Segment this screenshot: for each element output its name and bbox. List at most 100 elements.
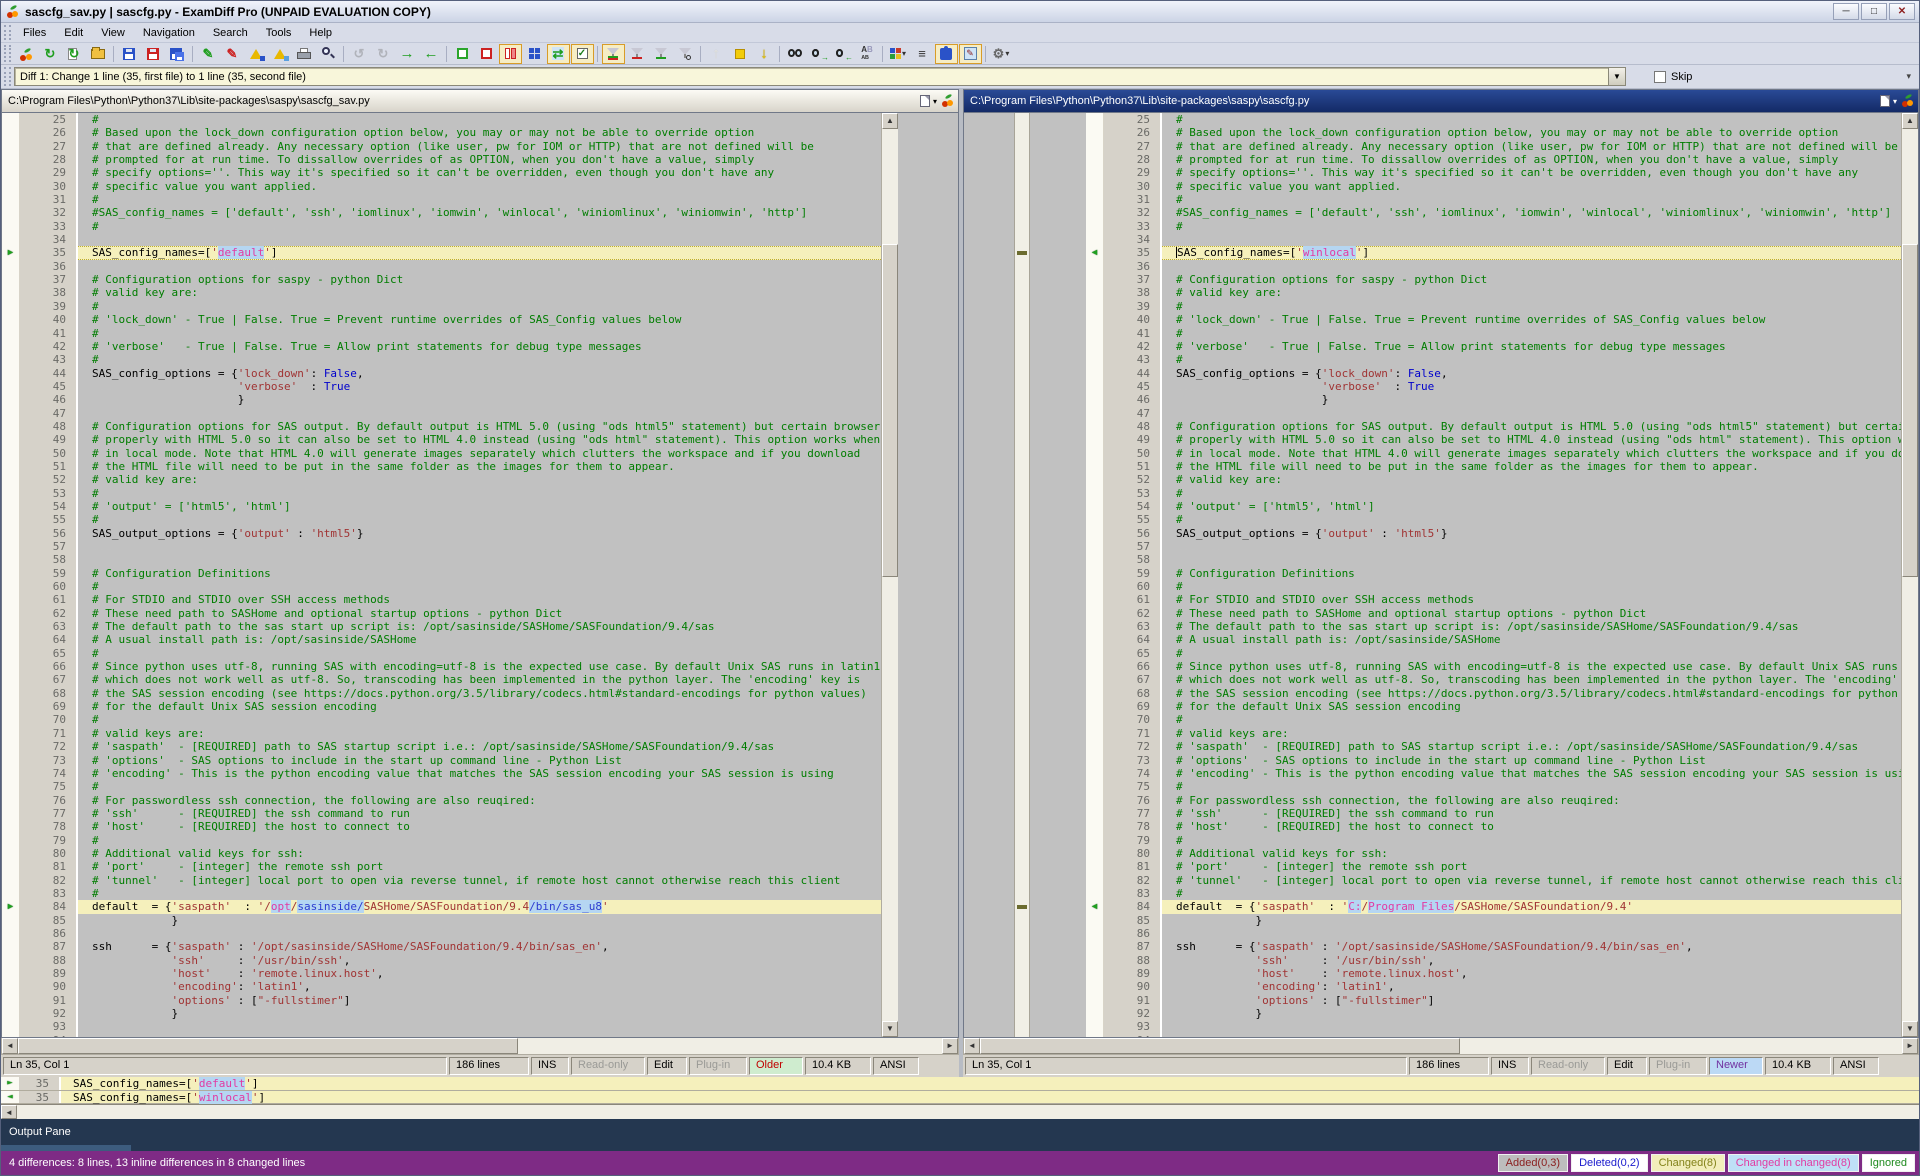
code-line-64[interactable]: # A usual install path is: /opt/sasinsid…	[78, 633, 881, 646]
code-line-30[interactable]: # specific value you want applied.	[78, 180, 881, 193]
scroll-thumb[interactable]	[882, 244, 898, 577]
code-line-35[interactable]: SAS_config_names=['default']	[78, 246, 881, 259]
code-line-60[interactable]: #	[78, 580, 881, 593]
code-line-33[interactable]: #	[78, 220, 881, 233]
code-line-48[interactable]: # Configuration options for SAS output. …	[78, 420, 881, 433]
code-line-64[interactable]: # A usual install path is: /opt/sasinsid…	[1162, 633, 1901, 646]
menu-item-view[interactable]: View	[92, 25, 134, 41]
print-button[interactable]	[293, 44, 316, 64]
options-button[interactable]: ⚙▾	[990, 44, 1013, 64]
split-view-button[interactable]	[499, 44, 522, 64]
find-next-button[interactable]: →	[808, 44, 831, 64]
code-line-78[interactable]: # 'host' - [REQUIRED] the host to connec…	[1162, 820, 1901, 833]
show-deleted-button[interactable]	[626, 44, 649, 64]
next-diff-button[interactable]: ↓	[753, 44, 776, 64]
code-line-91[interactable]: 'options' : ["-fullstimer"]	[1162, 994, 1901, 1007]
code-line-76[interactable]: # For passwordless ssh connection, the f…	[78, 794, 881, 807]
code-line-28[interactable]: # prompted for at run time. To dissallow…	[1162, 153, 1901, 166]
file-menu-dropdown-icon[interactable]: ▾	[933, 97, 937, 106]
code-line-81[interactable]: # 'port' - [integer] the remote ssh port	[78, 860, 881, 873]
detail-hscrollbar[interactable]: ◄	[1, 1104, 1919, 1119]
code-line-29[interactable]: # specify options=''. This way it's spec…	[78, 166, 881, 179]
code-line-46[interactable]: }	[1162, 393, 1901, 406]
code-line-53[interactable]: #	[1162, 487, 1901, 500]
replace-button[interactable]: ABᴬᴮ	[856, 44, 879, 64]
scroll-right-icon[interactable]: ►	[942, 1038, 958, 1054]
menu-grip[interactable]	[4, 25, 11, 40]
code-line-79[interactable]: #	[1162, 834, 1901, 847]
code-line-86[interactable]	[78, 927, 881, 940]
compare-icon[interactable]	[940, 94, 954, 108]
status-ins[interactable]: INS	[531, 1057, 569, 1075]
code-line-74[interactable]: # 'encoding' - This is the python encodi…	[1162, 767, 1901, 780]
code-line-54[interactable]: # 'output' = ['html5', 'html']	[1162, 500, 1901, 513]
show-added-button[interactable]	[650, 44, 673, 64]
code-line-44[interactable]: SAS_config_options = {'lock_down': False…	[1162, 367, 1901, 380]
scroll-down-icon[interactable]: ▼	[882, 1021, 898, 1037]
code-line-69[interactable]: # for the default Unix SAS session encod…	[1162, 700, 1901, 713]
code-line-34[interactable]	[1162, 233, 1901, 246]
code-line-71[interactable]: # valid keys are:	[78, 727, 881, 740]
code-line-50[interactable]: # in local mode. Note that HTML 4.0 will…	[1162, 447, 1901, 460]
status-edit[interactable]: Edit	[1607, 1057, 1647, 1075]
code-line-34[interactable]	[78, 233, 881, 246]
scroll-left-icon[interactable]: ◄	[964, 1038, 980, 1054]
code-line-45[interactable]: 'verbose' : True	[78, 380, 881, 393]
scroll-left-icon[interactable]: ◄	[2, 1038, 18, 1054]
skip-checkbox[interactable]	[1654, 71, 1666, 83]
diffbar-grip[interactable]	[4, 67, 11, 85]
scroll-left-icon[interactable]: ◄	[1, 1105, 17, 1119]
open-files-button[interactable]	[87, 44, 110, 64]
code-line-36[interactable]	[78, 260, 881, 273]
detail-row-first-file[interactable]: ►35SAS_config_names=['default']	[1, 1077, 1919, 1091]
code-line-81[interactable]: # 'port' - [integer] the remote ssh port	[1162, 860, 1901, 873]
toolbar-grip[interactable]	[4, 45, 11, 62]
recompare-button[interactable]: ↻	[39, 44, 62, 64]
current-diff-button[interactable]	[729, 44, 752, 64]
code-line-88[interactable]: 'ssh' : '/usr/bin/ssh',	[1162, 954, 1901, 967]
code-line-65[interactable]: #	[78, 647, 881, 660]
code-line-59[interactable]: # Configuration Definitions	[1162, 567, 1901, 580]
code-line-62[interactable]: # These need path to SASHome and optiona…	[78, 607, 881, 620]
code-line-84[interactable]: default = {'saspath' : '/opt/sasinside/S…	[78, 900, 881, 913]
code-line-51[interactable]: # the HTML file will need to be put in t…	[1162, 460, 1901, 473]
menu-item-edit[interactable]: Edit	[55, 25, 92, 41]
code-line-63[interactable]: # The default path to the sas start up s…	[78, 620, 881, 633]
grid-view-button[interactable]	[523, 44, 546, 64]
snapshot-second-button[interactable]	[269, 44, 292, 64]
menu-item-search[interactable]: Search	[204, 25, 257, 41]
code-line-92[interactable]: }	[1162, 1007, 1901, 1020]
code-line-62[interactable]: # These need path to SASHome and optiona…	[1162, 607, 1901, 620]
code-line-67[interactable]: # which does not work well as utf-8. So,…	[78, 673, 881, 686]
code-line-25[interactable]: #	[1162, 113, 1901, 126]
code-line-75[interactable]: #	[78, 780, 881, 793]
scroll-track[interactable]	[1902, 129, 1918, 1021]
code-line-41[interactable]: #	[1162, 327, 1901, 340]
menu-item-help[interactable]: Help	[300, 25, 341, 41]
code-line-43[interactable]: #	[1162, 353, 1901, 366]
code-line-59[interactable]: # Configuration Definitions	[78, 567, 881, 580]
code-line-50[interactable]: # in local mode. Note that HTML 4.0 will…	[78, 447, 881, 460]
code-line-65[interactable]: #	[1162, 647, 1901, 660]
code-line-39[interactable]: #	[1162, 300, 1901, 313]
code-line-57[interactable]	[78, 540, 881, 553]
code-line-55[interactable]: #	[1162, 513, 1901, 526]
code-line-40[interactable]: # 'lock_down' - True | False. True = Pre…	[78, 313, 881, 326]
code-line-69[interactable]: # for the default Unix SAS session encod…	[78, 700, 881, 713]
code-line-74[interactable]: # 'encoding' - This is the python encodi…	[78, 767, 881, 780]
code-line-79[interactable]: #	[78, 834, 881, 847]
sync-scroll-button[interactable]: ⇄	[547, 44, 570, 64]
code-line-82[interactable]: # 'tunnel' - [integer] local port to ope…	[78, 874, 881, 887]
code-line-45[interactable]: 'verbose' : True	[1162, 380, 1901, 393]
code-line-76[interactable]: # For passwordless ssh connection, the f…	[1162, 794, 1901, 807]
code-line-38[interactable]: # valid key are:	[1162, 286, 1901, 299]
code-line-93[interactable]	[78, 1020, 881, 1033]
code-line-73[interactable]: # 'options' - SAS options to include in …	[1162, 754, 1901, 767]
code-line-66[interactable]: # Since python uses utf-8, running SAS w…	[78, 660, 881, 673]
code-line-41[interactable]: #	[78, 327, 881, 340]
code-line-61[interactable]: # For STDIO and STDIO over SSH access me…	[78, 593, 881, 606]
detail-row-second-file[interactable]: ◄35SAS_config_names=['winlocal']	[1, 1091, 1919, 1105]
code-line-87[interactable]: ssh = {'saspath' : '/opt/sasinside/SASHo…	[1162, 940, 1901, 953]
code-line-82[interactable]: # 'tunnel' - [integer] local port to ope…	[1162, 874, 1901, 887]
file-menu-dropdown-icon[interactable]: ▾	[1893, 97, 1897, 106]
